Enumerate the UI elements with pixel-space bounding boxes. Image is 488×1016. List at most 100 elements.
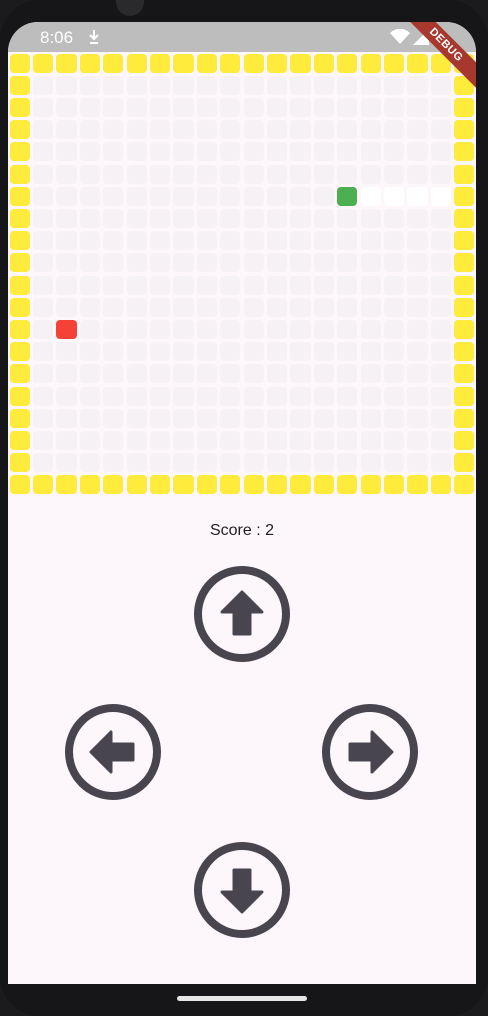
board-cell: [337, 97, 358, 118]
board-cell: [383, 364, 405, 384]
board-cell: [266, 75, 288, 95]
board-cell: [103, 164, 124, 184]
board-cell: [313, 120, 335, 140]
left-button[interactable]: [63, 702, 163, 802]
board-cell: [126, 97, 147, 118]
board-cell: [430, 142, 452, 162]
board-cell: [313, 297, 335, 317]
board-cell: [79, 253, 101, 273]
board-cell: [103, 120, 124, 140]
board-cell: [407, 75, 428, 95]
board-cell: [149, 75, 171, 95]
board-cell: [149, 386, 171, 406]
board-cell: [79, 231, 101, 251]
board-cell: [32, 408, 54, 428]
wall-cell: [454, 430, 475, 451]
board-cell: [149, 342, 171, 362]
board-cell: [126, 142, 147, 162]
board-cell: [32, 319, 54, 340]
board-cell: [430, 297, 452, 317]
board-cell: [126, 342, 147, 362]
wall-cell: [9, 386, 30, 406]
board-cell: [266, 297, 288, 317]
board-cell: [103, 408, 124, 428]
up-button[interactable]: [192, 564, 292, 664]
board-cell: [126, 164, 147, 184]
board-cell: [313, 275, 335, 295]
board-cell: [360, 319, 381, 340]
wall-cell: [407, 53, 428, 73]
board-cell: [360, 253, 381, 273]
board-cell: [383, 342, 405, 362]
down-button[interactable]: [192, 840, 292, 940]
board-cell: [173, 120, 194, 140]
game-board[interactable]: [8, 52, 476, 496]
board-cell: [173, 231, 194, 251]
board-cell: [79, 453, 101, 473]
board-cell: [103, 342, 124, 362]
wall-cell: [9, 297, 30, 317]
board-cell: [360, 164, 381, 184]
wall-cell: [454, 453, 475, 473]
board-cell: [360, 120, 381, 140]
board-cell: [126, 275, 147, 295]
wall-cell: [103, 475, 124, 495]
board-cell: [149, 208, 171, 229]
board-cell: [430, 319, 452, 340]
board-cell: [173, 275, 194, 295]
board-cell: [79, 342, 101, 362]
board-cell: [383, 453, 405, 473]
board-cell: [290, 164, 311, 184]
board-cell: [173, 319, 194, 340]
board-cell: [337, 430, 358, 451]
board-cell: [290, 75, 311, 95]
board-cell: [290, 231, 311, 251]
board-cell: [79, 275, 101, 295]
right-button[interactable]: [320, 702, 420, 802]
board-cell: [56, 208, 77, 229]
board-cell: [149, 364, 171, 384]
snake-body-segment: [430, 186, 452, 206]
board-cell: [79, 386, 101, 406]
board-cell: [32, 297, 54, 317]
wall-cell: [32, 53, 54, 73]
board-cell: [430, 231, 452, 251]
board-cell: [32, 186, 54, 206]
board-cell: [337, 297, 358, 317]
wall-cell: [290, 53, 311, 73]
board-cell: [32, 453, 54, 473]
board-cell: [103, 319, 124, 340]
board-cell: [243, 364, 264, 384]
wall-cell: [360, 475, 381, 495]
board-cell: [126, 364, 147, 384]
board-cell: [220, 453, 241, 473]
board-cell: [290, 142, 311, 162]
wall-cell: [266, 53, 288, 73]
board-cell: [430, 253, 452, 273]
board-cell: [220, 97, 241, 118]
wall-cell: [9, 253, 30, 273]
board-cell: [126, 319, 147, 340]
board-cell: [383, 275, 405, 295]
board-cell: [313, 408, 335, 428]
board-cell: [407, 164, 428, 184]
home-indicator[interactable]: [177, 996, 307, 1001]
board-cell: [360, 231, 381, 251]
board-cell: [126, 408, 147, 428]
board-cell: [290, 430, 311, 451]
board-cell: [103, 364, 124, 384]
wall-cell: [9, 475, 30, 495]
wall-cell: [407, 475, 428, 495]
board-cell: [196, 97, 218, 118]
board-cell: [220, 297, 241, 317]
board-cell: [407, 253, 428, 273]
app-screen: 8:06 DEBUG Score : 2: [8, 22, 476, 984]
board-cell: [290, 275, 311, 295]
board-cell: [196, 253, 218, 273]
board-cell: [126, 186, 147, 206]
board-cell: [149, 408, 171, 428]
board-cell: [56, 430, 77, 451]
board-cell: [103, 97, 124, 118]
snake-head: [337, 186, 358, 206]
board-cell: [173, 75, 194, 95]
